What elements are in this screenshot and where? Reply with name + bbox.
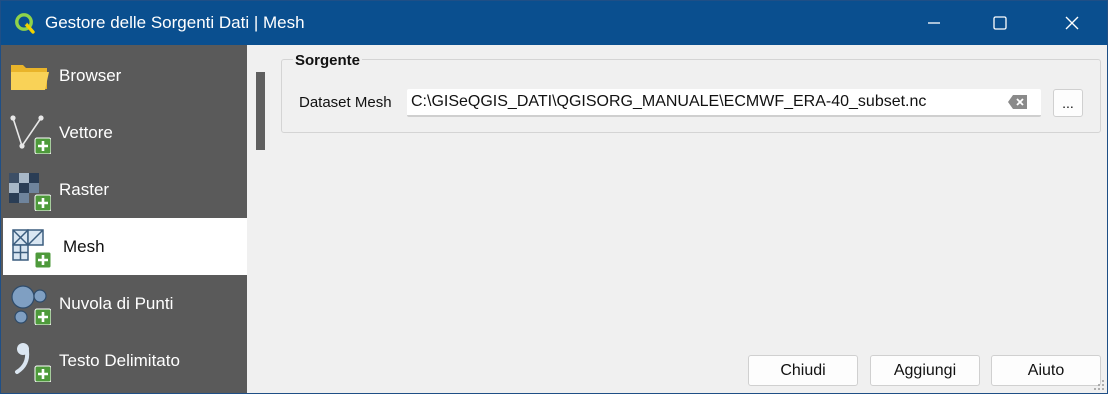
help-button[interactable]: Aiuto [991,355,1101,386]
sidebar-item-label: Vettore [59,123,113,142]
source-type-sidebar: Browser Vettore Raster Mesh Nuvola di Pu… [1,45,247,393]
sidebar-item-mesh[interactable]: Mesh [3,218,247,275]
clear-text-icon[interactable] [1007,94,1029,110]
add-delimited-text-icon [15,343,51,382]
sidebar-scrollbar[interactable] [256,72,265,150]
add-button[interactable]: Aggiungi [870,355,980,386]
mesh-source-panel: Sorgente Dataset Mesh C:\GISeQGIS_DATI\Q… [247,45,1107,393]
folder-icon [11,65,49,90]
add-point-cloud-icon [11,285,51,325]
browse-button[interactable]: ... [1053,89,1083,117]
close-button[interactable] [1043,1,1101,45]
sidebar-item-browser[interactable]: Browser [3,47,247,104]
dataset-path-input[interactable]: C:\GISeQGIS_DATI\QGISORG_MANUALE\ECMWF_E… [407,89,1041,117]
title-bar[interactable]: Gestore delle Sorgenti Dati | Mesh [1,1,1107,45]
sidebar-item-label: Raster [59,180,110,199]
window-title: Gestore delle Sorgenti Dati | Mesh [45,13,305,32]
sidebar-item-label: Browser [59,66,122,85]
dataset-path-value: C:\GISeQGIS_DATI\QGISORG_MANUALE\ECMWF_E… [411,93,927,110]
data-source-manager-window: Gestore delle Sorgenti Dati | Mesh Brows [0,0,1108,394]
add-vector-icon [10,115,51,154]
qgis-logo-icon [15,13,35,34]
add-raster-icon [9,173,51,211]
dataset-mesh-label: Dataset Mesh [299,94,392,111]
sidebar-item-label: Mesh [63,237,105,256]
minimize-button[interactable] [905,1,963,45]
close-dialog-button[interactable]: Chiudi [748,355,858,386]
sidebar-item-raster[interactable]: Raster [3,161,247,218]
maximize-button[interactable] [971,1,1029,45]
sidebar-item-vector[interactable]: Vettore [3,104,247,161]
sidebar-item-label: Testo Delimitato [59,351,180,370]
sidebar-item-label: Nuvola di Punti [59,294,174,313]
minimize-icon [928,22,940,24]
close-icon [1065,16,1079,30]
maximize-icon [993,16,1007,30]
source-group-title: Sorgente [293,52,363,69]
resize-grip-icon[interactable] [1093,379,1105,391]
sidebar-item-delimited-text[interactable]: Testo Delimitato [3,332,247,389]
add-mesh-icon [12,229,51,268]
sidebar-item-point-cloud[interactable]: Nuvola di Punti [3,275,247,332]
